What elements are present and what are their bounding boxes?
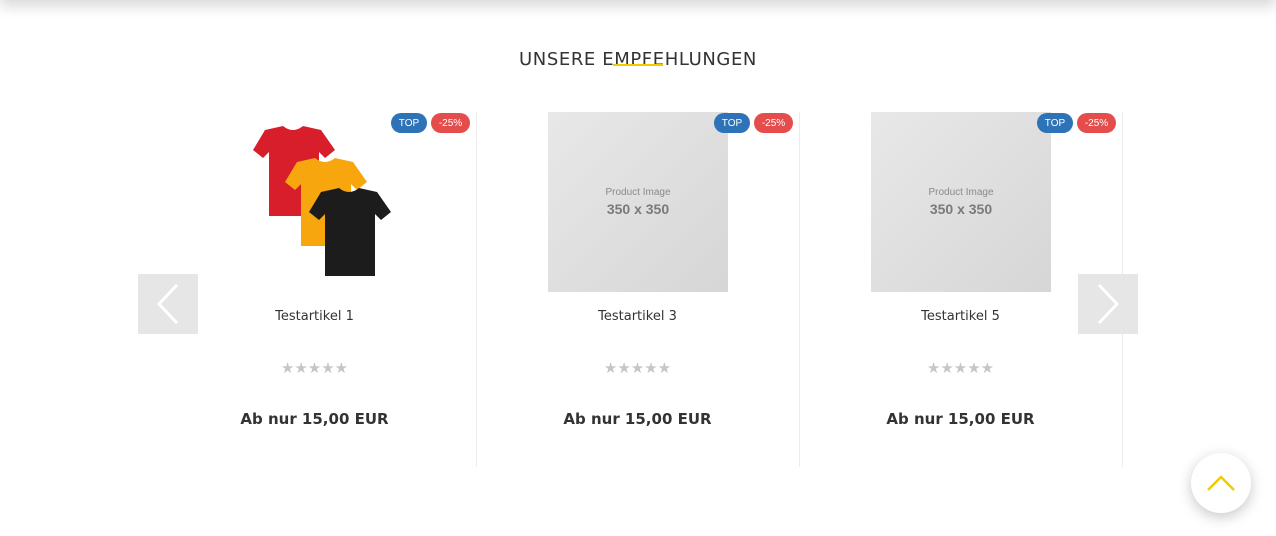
top-badge: TOP [1037,113,1073,133]
carousel-prev-button[interactable] [138,274,198,334]
rating-stars: ★★★★★ [603,359,672,377]
tshirts-image [225,112,405,292]
section-title: UNSERE EMPFEHLUNGEN [518,48,758,70]
placeholder-caption: Product Image [928,187,994,198]
carousel-next-button[interactable] [1078,274,1138,334]
rating-stars: ★★★★★ [280,359,349,377]
product-price: Ab nur 15,00 EUR [240,410,389,428]
top-badge: TOP [714,113,750,133]
product-image-placeholder[interactable]: Product Image 350 x 350 [871,112,1051,292]
product-image[interactable] [225,112,405,292]
discount-badge: -25% [754,113,793,133]
product-price: Ab nur 15,00 EUR [886,410,1035,428]
placeholder-caption: Product Image [605,187,671,198]
top-badge: TOP [391,113,427,133]
product-price: Ab nur 15,00 EUR [563,410,712,428]
placeholder-size: 350 x 350 [929,201,993,217]
product-image-placeholder[interactable]: Product Image 350 x 350 [548,112,728,292]
product-card[interactable]: Product Image 350 x 350 TOP -25% Testart… [476,112,800,467]
chevron-left-icon [156,283,179,325]
product-name[interactable]: Testartikel 1 [153,309,476,324]
discount-badge: -25% [1077,113,1116,133]
scroll-to-top-button[interactable] [1191,453,1251,513]
rating-stars: ★★★★★ [926,359,995,377]
product-card[interactable]: Product Image 350 x 350 TOP -25% Testart… [799,112,1123,467]
discount-badge: -25% [431,113,470,133]
product-card[interactable]: TOP -25% Testartikel 1 ★★★★★ Ab nur 15,0… [153,112,477,467]
product-name[interactable]: Testartikel 3 [476,309,799,324]
chevron-up-icon [1207,475,1235,491]
product-name[interactable]: Testartikel 5 [799,309,1122,324]
title-underline [613,64,663,66]
placeholder-size: 350 x 350 [606,201,670,217]
chevron-right-icon [1097,283,1120,325]
